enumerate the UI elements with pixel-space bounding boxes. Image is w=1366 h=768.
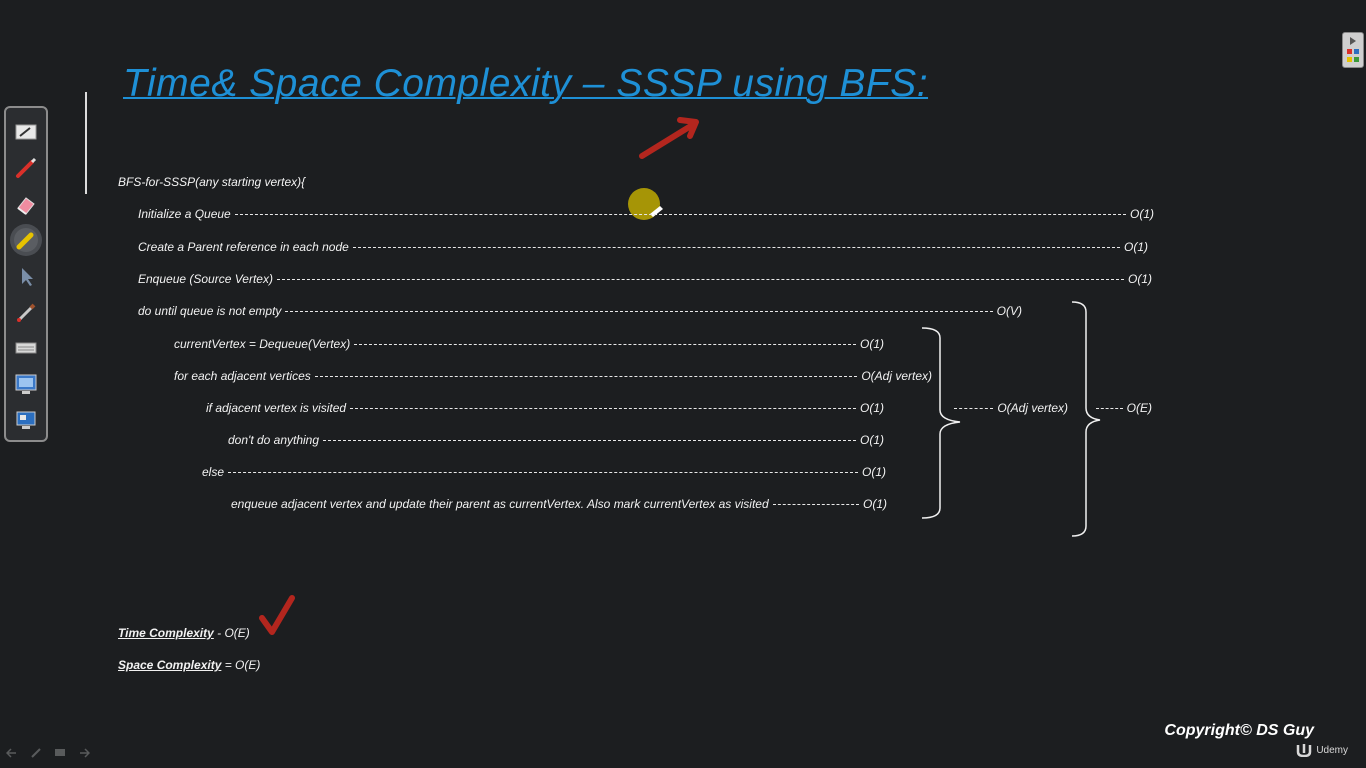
udemy-u-icon — [1297, 744, 1312, 757]
code-line-text: for each adjacent vertices — [174, 369, 311, 383]
outer-brace-cost: O(E) — [1126, 401, 1152, 415]
outer-brace-icon — [1071, 301, 1101, 537]
select-arrow-icon[interactable] — [10, 260, 42, 292]
code-line-9: else O(1) — [202, 465, 886, 479]
code-line-text: Enqueue (Source Vertex) — [138, 272, 273, 286]
code-line-cost: O(1) — [1130, 207, 1154, 221]
time-complexity-label: Time Complexity — [118, 626, 214, 640]
dashed-leader — [350, 407, 856, 409]
outer-brace-annotation: O(E) — [1096, 401, 1152, 415]
highlighter-icon[interactable] — [10, 224, 42, 256]
space-complexity-value: = O(E) — [221, 658, 261, 672]
drawing-toolbar — [4, 106, 48, 442]
code-line-8: don't do anything O(1) — [228, 433, 884, 447]
copyright-text: Copyright© DS Guy — [1164, 722, 1314, 739]
dashed-leader — [323, 439, 856, 441]
inner-brace-annotation: O(Adj vertex) — [954, 401, 1068, 415]
screen-small-icon[interactable] — [54, 746, 66, 764]
code-line-4: do until queue is not empty O(V) — [138, 304, 1022, 318]
code-line-text: currentVertex = Dequeue(Vertex) — [174, 337, 351, 351]
code-line-2: Create a Parent reference in each node O… — [138, 240, 1148, 254]
code-line-10: enqueue adjacent vertex and update their… — [231, 497, 887, 511]
text-cursor-line — [85, 92, 87, 194]
code-line-cost: O(1) — [862, 465, 886, 479]
dashed-leader — [276, 278, 1124, 280]
dashed-leader — [352, 246, 1120, 248]
inner-brace-icon — [921, 327, 961, 519]
code-line-7: if adjacent vertex is visited O(1) — [206, 401, 884, 415]
dashed-leader — [1096, 407, 1123, 409]
code-line-text: else — [202, 465, 225, 479]
screen-capture-icon[interactable] — [10, 368, 42, 400]
dashed-leader — [314, 375, 858, 377]
code-line-3: Enqueue (Source Vertex) O(1) — [138, 272, 1152, 286]
dashed-leader — [234, 213, 1126, 215]
dashed-leader — [354, 343, 856, 345]
code-line-6: for each adjacent vertices O(Adj vertex) — [174, 369, 932, 383]
dashed-leader — [954, 407, 994, 409]
dashed-leader — [228, 471, 858, 473]
code-line-text: do until queue is not empty — [138, 304, 282, 318]
udemy-brand-text: Udemy — [1316, 744, 1348, 756]
code-line-1: Initialize a Queue O(1) — [138, 207, 1154, 221]
page-title: Time& Space Complexity – SSSP using BFS: — [123, 62, 929, 105]
forward-arrow-icon[interactable] — [78, 746, 91, 764]
brush-icon[interactable] — [10, 296, 42, 328]
bottom-controls — [5, 746, 91, 764]
code-line-cost: O(1) — [1128, 272, 1152, 286]
desktop-icon[interactable] — [10, 404, 42, 436]
space-complexity-label: Space Complexity — [118, 658, 222, 672]
code-line-cost: O(1) — [860, 433, 884, 447]
code-line-text: don't do anything — [228, 433, 320, 447]
code-line-cost: O(1) — [863, 497, 887, 511]
whiteboard-icon[interactable] — [10, 116, 42, 148]
code-line-cost: O(V) — [996, 304, 1022, 318]
dashed-leader — [772, 503, 859, 505]
code-line-text: enqueue adjacent vertex and update their… — [231, 497, 769, 511]
floating-widget-icon[interactable] — [1342, 32, 1364, 68]
pen-icon[interactable] — [10, 152, 42, 184]
pen-small-icon[interactable] — [30, 746, 42, 764]
inner-brace-cost: O(Adj vertex) — [997, 401, 1068, 415]
back-arrow-icon[interactable] — [5, 746, 18, 764]
dashed-leader — [285, 310, 993, 312]
code-line-cost: O(1) — [860, 337, 884, 351]
checkmark-icon — [259, 595, 295, 635]
code-line-cost: O(1) — [860, 401, 884, 415]
udemy-logo: Udemy — [1295, 743, 1348, 757]
space-complexity-line: Space Complexity = O(E) — [118, 658, 260, 672]
code-line-text: if adjacent vertex is visited — [206, 401, 347, 415]
annotation-arrow-icon — [639, 117, 699, 159]
time-complexity-value: - O(E) — [213, 626, 250, 640]
keyboard-icon[interactable] — [10, 332, 42, 364]
code-line-text: Initialize a Queue — [138, 207, 231, 221]
time-complexity-line: Time Complexity - O(E) — [118, 626, 250, 640]
algorithm-header: BFS-for-SSSP(any starting vertex){ — [118, 175, 306, 189]
code-line-5: currentVertex = Dequeue(Vertex) O(1) — [174, 337, 884, 351]
code-line-cost: O(1) — [1124, 240, 1148, 254]
eraser-icon[interactable] — [10, 188, 42, 220]
code-line-text: Create a Parent reference in each node — [138, 240, 349, 254]
